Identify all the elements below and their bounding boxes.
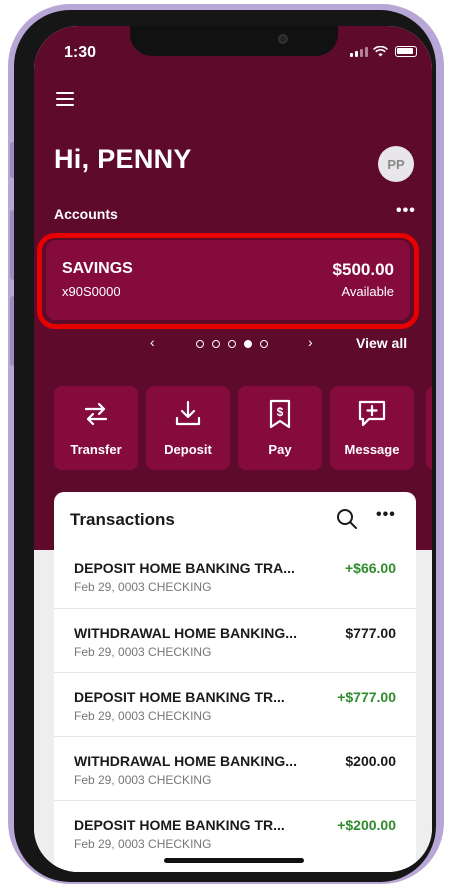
transaction-row[interactable]: WITHDRAWAL HOME BANKING... Feb 29, 0003 …	[54, 608, 416, 672]
transaction-description: DEPOSIT HOME BANKING TR...	[74, 817, 285, 833]
transaction-subtitle: Feb 29, 0003 CHECKING	[74, 645, 212, 659]
transaction-amount: $777.00	[345, 625, 396, 641]
pay-button[interactable]: $ Pay	[238, 386, 322, 470]
transaction-subtitle: Feb 29, 0003 CHECKING	[74, 837, 212, 851]
account-pager: ‹ › View all	[34, 334, 432, 356]
accounts-more-icon[interactable]: •••	[396, 202, 416, 220]
deposit-label: Deposit	[164, 442, 212, 457]
transaction-description: DEPOSIT HOME BANKING TR...	[74, 689, 285, 705]
account-balance-label: Available	[341, 284, 394, 299]
transaction-amount: +$777.00	[337, 689, 396, 705]
transaction-row[interactable]: DEPOSIT HOME BANKING TR... Feb 29, 0003 …	[54, 672, 416, 736]
transaction-description: DEPOSIT HOME BANKING TRA...	[74, 560, 295, 576]
pager-dot[interactable]	[212, 340, 220, 348]
avatar[interactable]: PP	[378, 146, 414, 182]
pager-dots	[196, 340, 268, 348]
transaction-description: WITHDRAWAL HOME BANKING...	[74, 753, 297, 769]
transfer-icon	[84, 402, 108, 426]
signal-icon	[350, 47, 368, 57]
search-icon[interactable]	[336, 508, 358, 530]
transaction-amount: $200.00	[345, 753, 396, 769]
account-number: x90S0000	[62, 284, 121, 299]
account-name: SAVINGS	[62, 260, 133, 277]
transaction-row[interactable]: DEPOSIT HOME BANKING TR... Feb 29, 0003 …	[54, 800, 416, 864]
transfer-button[interactable]: Transfer	[54, 386, 138, 470]
pager-dot[interactable]	[196, 340, 204, 348]
transaction-amount: +$66.00	[345, 560, 396, 576]
transaction-row[interactable]: DEPOSIT HOME BANKING TRA... Feb 29, 0003…	[54, 544, 416, 608]
transaction-description: WITHDRAWAL HOME BANKING...	[74, 625, 297, 641]
transfer-label: Transfer	[70, 442, 122, 457]
status-icons	[350, 46, 417, 57]
message-icon	[358, 400, 386, 427]
chevron-left-icon[interactable]: ‹	[150, 334, 155, 350]
more-actions-button[interactable]	[426, 386, 432, 470]
transactions-title: Transactions	[70, 510, 175, 529]
svg-text:$: $	[277, 405, 284, 419]
pay-label: Pay	[268, 442, 292, 457]
notch	[130, 26, 338, 56]
account-balance: $500.00	[332, 260, 394, 279]
greeting-title: Hi, PENNY	[54, 144, 192, 174]
message-label: Message	[344, 442, 400, 457]
pager-dot[interactable]	[228, 340, 236, 348]
status-time: 1:30	[64, 44, 97, 61]
transaction-subtitle: Feb 29, 0003 CHECKING	[74, 773, 212, 787]
transaction-row[interactable]: WITHDRAWAL HOME BANKING... Feb 29, 0003 …	[54, 736, 416, 800]
chevron-right-icon[interactable]: ›	[308, 334, 313, 350]
battery-icon	[395, 46, 417, 57]
message-button[interactable]: Message	[330, 386, 414, 470]
transactions-more-icon[interactable]: •••	[376, 506, 396, 524]
hamburger-menu-icon[interactable]	[56, 92, 74, 106]
pager-dot-active[interactable]	[244, 340, 252, 348]
pay-icon: $	[269, 399, 291, 429]
view-all-link[interactable]: View all	[356, 335, 407, 351]
wifi-icon	[373, 46, 388, 57]
camera-icon	[278, 34, 288, 44]
app-screen: 1:30 Hi, PENNY PP Accounts ••• SAVINGS x…	[34, 26, 432, 872]
deposit-icon	[175, 400, 201, 426]
pager-dot[interactable]	[260, 340, 268, 348]
deposit-button[interactable]: Deposit	[146, 386, 230, 470]
transaction-amount: +$200.00	[337, 817, 396, 833]
transactions-card: Transactions ••• DEPOSIT HOME BANKING TR…	[54, 492, 416, 872]
transaction-subtitle: Feb 29, 0003 CHECKING	[74, 580, 212, 594]
transaction-subtitle: Feb 29, 0003 CHECKING	[74, 709, 212, 723]
home-indicator[interactable]	[164, 858, 304, 863]
savings-account-card[interactable]: SAVINGS x90S0000 $500.00 Available	[46, 240, 410, 320]
accounts-heading: Accounts	[54, 206, 118, 222]
